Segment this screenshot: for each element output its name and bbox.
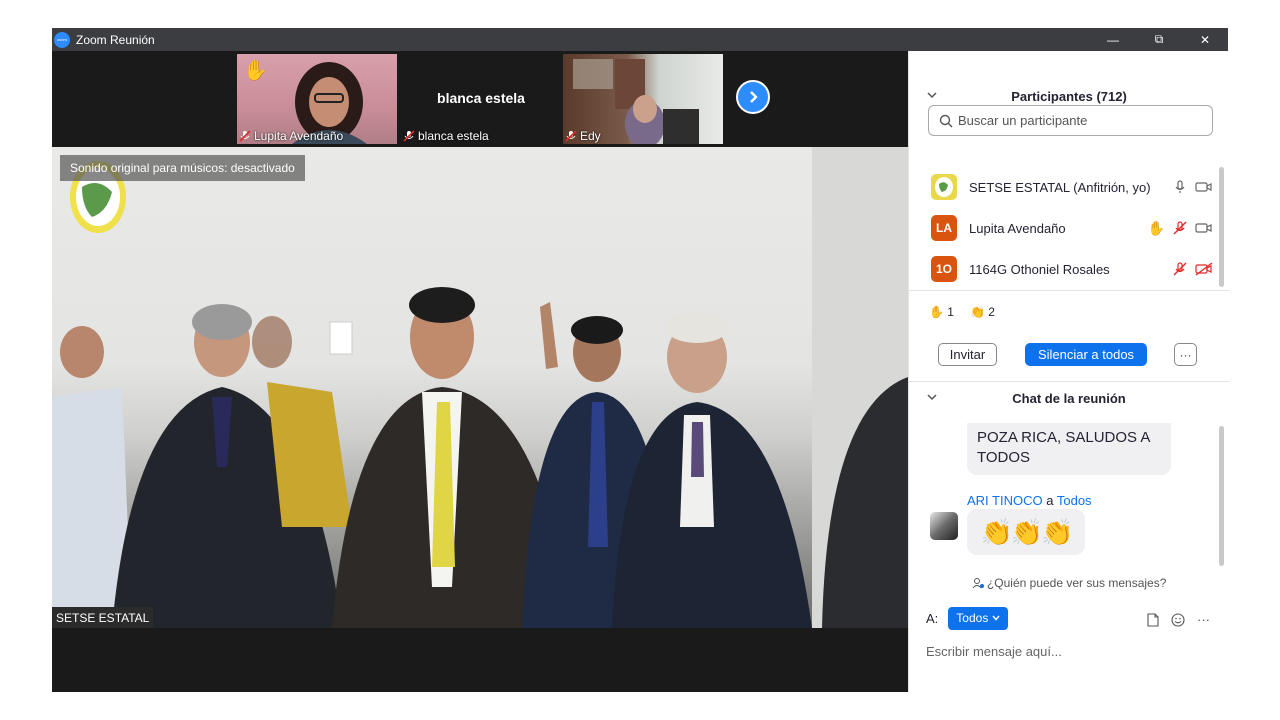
- chat-tools: ···: [1147, 612, 1210, 627]
- speaker-name-tag: SETSE ESTATAL: [52, 607, 154, 628]
- thumbnail-strip: ✋ Lupita Avendaño blanca estela blanca e…: [52, 51, 908, 147]
- org-logo-icon: [935, 177, 953, 197]
- minimize-button[interactable]: —: [1090, 28, 1136, 51]
- thumbnail-name: blanca estela: [418, 129, 489, 143]
- meeting-video-image: [52, 147, 908, 628]
- thumbnail-name: Edy: [580, 129, 601, 143]
- search-icon: [939, 114, 953, 127]
- muted-mic-icon[interactable]: [1173, 262, 1187, 276]
- close-button[interactable]: ✕: [1182, 28, 1228, 51]
- restore-button[interactable]: ⧉: [1136, 28, 1182, 51]
- chevron-right-icon: [750, 91, 758, 103]
- chat-message-input[interactable]: [926, 641, 1216, 661]
- hand-raised-icon: ✋: [243, 60, 268, 82]
- avatar: 1O: [931, 256, 957, 282]
- file-icon[interactable]: [1147, 612, 1159, 627]
- participants-scrollbar[interactable]: [1219, 167, 1224, 287]
- reaction-count: 1: [947, 305, 954, 319]
- chevron-down-icon[interactable]: [927, 90, 937, 100]
- chat-sender-line: ARI TINOCO a Todos: [967, 493, 1092, 508]
- video-area: ✋ Lupita Avendaño blanca estela blanca e…: [52, 51, 908, 692]
- title-bar: zoom Zoom Reunión — ⧉ ✕: [52, 28, 1228, 51]
- who-can-see-messages-link[interactable]: ¿Quién puede ver sus mensajes?: [909, 576, 1229, 590]
- reaction-count: 2: [988, 305, 995, 319]
- participant-video-thumbnail[interactable]: blanca estela blanca estela: [401, 54, 561, 144]
- muted-mic-icon: [565, 130, 577, 142]
- next-page-arrow-button[interactable]: [736, 80, 770, 114]
- recipient-name: Todos: [1056, 493, 1092, 508]
- participant-row[interactable]: LA Lupita Avendaño ✋: [909, 208, 1219, 248]
- window-title: Zoom Reunión: [76, 32, 155, 47]
- participant-search-input[interactable]: Buscar un participante: [928, 105, 1213, 136]
- participant-video-thumbnail[interactable]: ✋ Lupita Avendaño: [237, 54, 397, 144]
- zoom-window: zoom Zoom Reunión — ⧉ ✕ ✋ Lupita Avendañ…: [52, 28, 1229, 692]
- hand-raised-icon: ✋: [929, 305, 944, 319]
- main-video: Sonido original para músicos: desactivad…: [52, 147, 908, 628]
- participant-row[interactable]: SETSE ESTATAL (Anfitrión, yo): [909, 167, 1219, 207]
- recipient-label: A:: [926, 610, 939, 626]
- thumbnail-name: Lupita Avendaño: [254, 129, 344, 143]
- participant-name: 1164G Othoniel Rosales: [969, 261, 1110, 277]
- zoom-logo-icon: zoom: [54, 31, 70, 48]
- chat-header[interactable]: Chat de la reunión: [909, 385, 1229, 411]
- invite-button[interactable]: Invitar: [938, 343, 997, 366]
- recipient-value: Todos: [956, 611, 989, 625]
- chevron-down-icon: [992, 615, 1000, 621]
- avatar: [931, 174, 957, 200]
- avatar: [930, 512, 958, 540]
- more-options-button[interactable]: ···: [1174, 343, 1197, 366]
- person-info-icon: [972, 578, 984, 589]
- participant-name: Lupita Avendaño: [969, 220, 1066, 236]
- chat-messages: POZA RICA, SALUDOS A TODOS ARI TINOCO a …: [909, 423, 1229, 578]
- participant-name: SETSE ESTATAL (Anfitrión, yo): [969, 179, 1151, 195]
- side-panel: Participantes (712) Buscar un participan…: [908, 51, 1229, 692]
- chat-message-bubble: 👏👏👏: [967, 509, 1085, 555]
- search-placeholder: Buscar un participante: [958, 113, 1088, 128]
- chat-title: Chat de la reunión: [1012, 390, 1126, 406]
- participants-title: Participantes (712): [1011, 88, 1127, 104]
- who-sees-text: ¿Quién puede ver sus mensajes?: [986, 576, 1167, 590]
- muted-mic-icon[interactable]: [1173, 221, 1187, 235]
- raised-hand-count[interactable]: ✋ 1: [929, 305, 954, 319]
- muted-mic-icon: [239, 130, 251, 142]
- reaction-counts: ✋ 1 👏 2: [929, 305, 995, 319]
- video-camera-icon[interactable]: [1195, 221, 1213, 235]
- recipient-dropdown[interactable]: Todos: [948, 606, 1009, 630]
- clap-count[interactable]: 👏 2: [970, 305, 995, 319]
- sender-name[interactable]: ARI TINOCO: [967, 493, 1043, 508]
- participant-video-thumbnail[interactable]: Edy: [563, 54, 723, 144]
- emoji-icon[interactable]: [1171, 612, 1185, 627]
- chevron-down-icon[interactable]: [927, 392, 937, 402]
- avatar: LA: [931, 215, 957, 241]
- participant-display-name: blanca estela: [437, 90, 525, 106]
- chat-message-bubble: POZA RICA, SALUDOS A TODOS: [967, 423, 1171, 475]
- hand-raised-icon: ✋: [1147, 219, 1165, 236]
- more-options-icon[interactable]: ···: [1197, 612, 1210, 627]
- video-off-icon[interactable]: [1195, 262, 1213, 276]
- clapping-hands-icon: 👏: [969, 305, 985, 319]
- microphone-icon[interactable]: [1173, 180, 1187, 194]
- sender-connector: a: [1046, 493, 1054, 508]
- divider: [909, 290, 1229, 291]
- divider: [909, 381, 1229, 382]
- chat-scrollbar[interactable]: [1219, 426, 1224, 566]
- muted-mic-icon: [403, 130, 415, 142]
- mute-all-button[interactable]: Silenciar a todos: [1025, 343, 1147, 366]
- video-camera-icon[interactable]: [1195, 180, 1213, 194]
- participant-row[interactable]: 1O 1164G Othoniel Rosales: [909, 249, 1219, 289]
- original-sound-banner: Sonido original para músicos: desactivad…: [60, 155, 305, 181]
